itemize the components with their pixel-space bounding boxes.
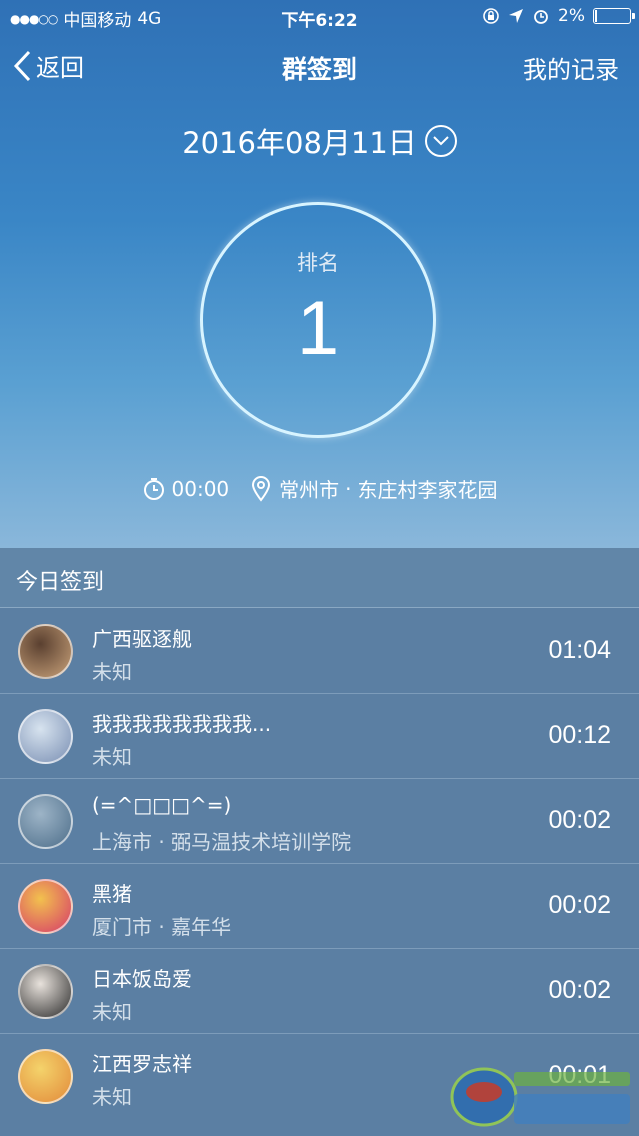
- checkin-time: 00:02: [548, 976, 611, 1004]
- status-bar: ●●●○○ 中国移动 4G 下午6:22 2%: [0, 0, 639, 34]
- member-name: (=^□□□^=): [92, 793, 232, 817]
- alarm-icon: [534, 10, 548, 24]
- checkin-time: 00:00: [171, 476, 230, 501]
- my-records-button[interactable]: 我的记录: [523, 50, 619, 85]
- checkin-list: 广西驱逐舰 未知 01:04 我我我我我我我我... 未知 00:12 (=^□…: [0, 609, 639, 1119]
- checkin-info: 00:00 常州市 · 东庄村李家花园: [0, 474, 639, 503]
- member-name: 日本饭岛爱: [92, 967, 192, 991]
- member-location: 未知: [92, 745, 132, 769]
- member-location: 未知: [92, 1000, 132, 1024]
- rank-circle: 排名 1: [200, 202, 436, 438]
- list-item[interactable]: 我我我我我我我我... 未知 00:12: [0, 694, 639, 779]
- battery-icon: [593, 8, 635, 24]
- rank-label: 排名: [297, 251, 339, 275]
- avatar: [18, 1049, 73, 1104]
- member-name: 黑猪: [92, 882, 132, 906]
- checkin-time: 00:12: [548, 721, 611, 749]
- location-arrow-icon: [509, 9, 524, 23]
- list-item[interactable]: 广西驱逐舰 未知 01:04: [0, 609, 639, 694]
- battery-percent: 2%: [558, 6, 585, 26]
- clock-icon: [143, 477, 164, 500]
- avatar: [18, 624, 73, 679]
- separator: ·: [345, 476, 352, 501]
- watermark-logo: [450, 1067, 630, 1127]
- rank-value: 1: [296, 286, 340, 371]
- navigation-bar: 返回 群签到 我的记录: [0, 40, 639, 92]
- checkin-time: 00:02: [548, 891, 611, 919]
- avatar: [18, 879, 73, 934]
- member-name: 我我我我我我我我...: [92, 712, 272, 736]
- member-location: 厦门市 · 嘉年华: [92, 915, 232, 939]
- avatar: [18, 709, 73, 764]
- member-location: 上海市 · 弼马温技术培训学院: [92, 830, 352, 854]
- checkin-city: 常州市: [279, 478, 340, 502]
- location-pin-icon: [252, 475, 271, 502]
- list-item[interactable]: 黑猪 厦门市 · 嘉年华 00:02: [0, 864, 639, 949]
- member-name: 广西驱逐舰: [92, 627, 192, 651]
- checkin-place: 东庄村李家花园: [357, 478, 498, 502]
- list-item[interactable]: 日本饭岛爱 未知 00:02: [0, 949, 639, 1034]
- rotation-lock-icon: [483, 8, 499, 24]
- checkin-time: 01:04: [548, 636, 611, 664]
- checkin-time: 00:02: [548, 806, 611, 834]
- member-location: 未知: [92, 660, 132, 684]
- list-item[interactable]: (=^□□□^=) 上海市 · 弼马温技术培训学院 00:02: [0, 779, 639, 864]
- chevron-down-icon[interactable]: [424, 125, 457, 157]
- avatar: [18, 794, 73, 849]
- date-selector[interactable]: 2016年08月11日: [0, 120, 639, 162]
- member-name: 江西罗志祥: [92, 1052, 192, 1076]
- date-label: 2016年08月11日: [182, 126, 417, 160]
- list-header: 今日签到: [0, 548, 639, 608]
- member-location: 未知: [92, 1085, 132, 1109]
- list-header-title: 今日签到: [16, 570, 105, 595]
- avatar: [18, 964, 73, 1019]
